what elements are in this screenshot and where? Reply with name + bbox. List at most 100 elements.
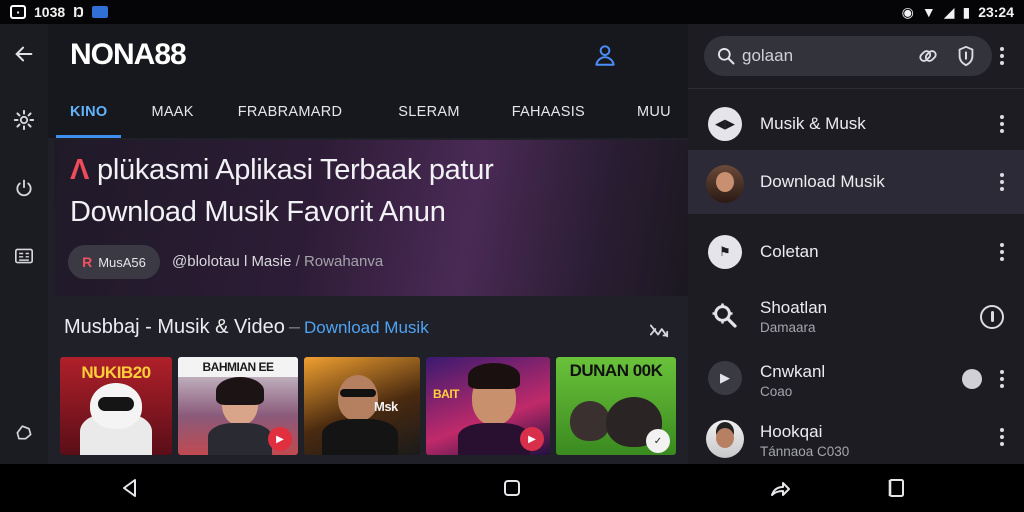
more-dot-icon [1000, 173, 1004, 177]
thumbnail-1-visor [98, 397, 134, 411]
settings-button[interactable] [0, 100, 48, 140]
thumbnail-2-hair [216, 377, 264, 405]
thumbnail-5-animal-1 [570, 401, 610, 441]
more-dot-icon [1000, 370, 1004, 374]
search-input[interactable] [742, 46, 912, 66]
status-time-right: 23:24 [978, 4, 1014, 20]
section-link[interactable]: Download Musik [304, 318, 429, 337]
tab-fahaasis[interactable]: FAHAASIS [512, 86, 585, 138]
play-icon: ▶ [708, 361, 742, 395]
panel-item-label: Download Musik [760, 172, 885, 191]
shuffle-icon [649, 324, 669, 338]
thumbnail-2-text: BAHMIAN EE [202, 360, 274, 374]
panel-item-sublabel: Tánnaoa C030 [760, 444, 850, 459]
channel-chip[interactable]: R MusA56 [68, 245, 160, 279]
recents-icon [888, 479, 904, 497]
avatar-face [716, 172, 734, 192]
tab-bar: KINO MAAK FRABRAMARD SLERAM FAHAASIS MUU [48, 86, 688, 138]
panel-item-coletan[interactable]: ⚑ Coletan [688, 220, 1024, 284]
thumbnail-5-check-icon: ✓ [646, 429, 670, 453]
more-dot-icon [1000, 54, 1004, 58]
hero-banner[interactable]: Λplükasmi Aplikasi Terbaak patur Downloa… [54, 140, 688, 296]
hero-line-1-text: plükasmi Aplikasi Terbaak patur [97, 154, 494, 186]
more-dot-icon [1000, 122, 1004, 126]
channel-logo-icon: R [82, 254, 93, 270]
hero-headline-2: Download Musik Favorit Anun [70, 196, 446, 228]
search-gear-icon [712, 303, 737, 328]
nav-recents-button[interactable] [884, 476, 908, 500]
section-header: Musbbaj - Musik & Video – Download Musik [64, 316, 429, 339]
channel-chip-label: MusA56 [98, 254, 146, 270]
more-dot-icon [1000, 243, 1004, 247]
thumbnail-5-text: DUNAN 00K [569, 361, 663, 380]
notification-icon: ▪ [10, 5, 26, 19]
hero-headline-1: Λplükasmi Aplikasi Terbaak patur [70, 154, 494, 187]
panel-item-label: Coletan [760, 242, 819, 261]
contacts-button[interactable] [0, 236, 48, 276]
panel-item-label: Cnwkanl [760, 362, 826, 381]
panel-item-sublabel: Coao [760, 384, 793, 399]
thumbnail-1-text: NUKIB20 [81, 363, 151, 382]
thumbnail-4-hair [468, 363, 520, 389]
back-icon [15, 46, 33, 62]
more-dot-icon [1000, 377, 1004, 381]
search-bar[interactable] [704, 36, 992, 76]
image-icon [92, 6, 109, 18]
panel-item-download-musik[interactable]: Download Musik [688, 150, 1024, 214]
info-button[interactable] [954, 44, 978, 68]
status-time-left: 1038 [34, 4, 66, 20]
panel-divider [688, 88, 1024, 89]
tab-maak[interactable]: MAAK [151, 86, 193, 138]
hero-meta: @blolotau l Masie / Rowahanva [172, 253, 383, 270]
thumbnail-3-figure [322, 419, 398, 455]
search-settings-icon [708, 299, 742, 333]
square-home-icon [504, 480, 520, 496]
triangle-back-icon [123, 479, 136, 497]
more-dot-icon [1000, 47, 1004, 51]
panel-item-musik-musk[interactable]: ◀▶ Musik & Musk [688, 92, 1024, 156]
status-dot-icon [962, 369, 982, 389]
more-dot-icon [1000, 435, 1004, 439]
nav-home-button[interactable] [500, 476, 524, 500]
tab-kino[interactable]: KINO [55, 86, 123, 138]
more-dot-icon [1000, 180, 1004, 184]
nav-back-button[interactable] [118, 476, 142, 500]
status-toggle-icon[interactable] [980, 305, 1004, 329]
search-more-button[interactable] [998, 45, 1006, 67]
avatar [706, 420, 744, 458]
panel-item-label: Musik & Musk [760, 114, 866, 133]
hero-brand-mark: Λ [70, 154, 90, 186]
hero-meta-separator: / [295, 253, 300, 270]
item-more-button[interactable] [998, 171, 1006, 193]
item-more-button[interactable] [998, 368, 1006, 390]
account-button[interactable] [592, 42, 618, 68]
thumbnail-1[interactable]: NUKIB20 [60, 357, 172, 455]
item-more-button[interactable] [998, 241, 1006, 263]
thumbnail-3-text: Msk [374, 399, 398, 414]
panel-item-shoatlan[interactable]: Shoatlan Damaara [688, 284, 1024, 348]
side-panel: ◀▶ Musik & Musk Download Musik ⚑ Coletan… [688, 24, 1024, 464]
tab-sleram[interactable]: SLERAM [398, 86, 459, 138]
item-more-button[interactable] [998, 113, 1006, 135]
status-bar: ▪ 1038 Ŋ ◉ ▼ ◢ ▮ 23:24 [0, 0, 1024, 24]
power-button[interactable] [0, 168, 48, 208]
thumbnail-3[interactable]: Msk [304, 357, 420, 455]
thumbnail-2[interactable]: BAHMIAN EE ▶ [178, 357, 298, 455]
tab-frabramard[interactable]: FRABRAMARD [238, 86, 343, 138]
link-button[interactable] [916, 44, 940, 68]
nav-share-button[interactable] [768, 476, 792, 500]
panel-item-hookqai[interactable]: Hookqai Tánnaoa C030 [688, 406, 1024, 470]
back-button[interactable] [0, 34, 48, 74]
more-dot-icon [1000, 442, 1004, 446]
thumbnail-5[interactable]: DUNAN 00K ✓ [556, 357, 676, 455]
navigation-bar [0, 464, 1024, 512]
share-arrow-icon [771, 482, 790, 496]
thumbnail-2-figure [208, 423, 272, 455]
item-more-button[interactable] [998, 426, 1006, 448]
hero-meta-sub: Rowahanva [303, 253, 384, 270]
tab-muu[interactable]: MUU [637, 86, 671, 138]
panel-item-cnwkanl[interactable]: ▶ Cnwkanl Coao [688, 346, 1024, 410]
shuffle-button[interactable] [648, 320, 670, 340]
thumbnail-4[interactable]: BAIT ▶ [426, 357, 550, 455]
bookmark-button[interactable] [0, 412, 48, 452]
